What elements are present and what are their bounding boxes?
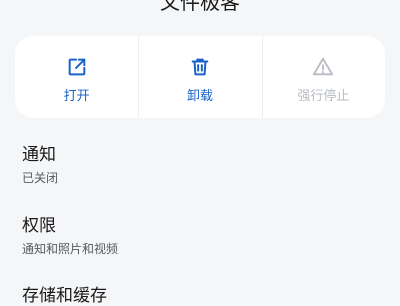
settings-item-notifications[interactable]: 通知 已关闭 <box>22 145 378 185</box>
trash-icon <box>191 58 209 76</box>
settings-item-subtitle: 通知和照片和视频 <box>22 242 119 256</box>
open-label: 打开 <box>63 89 90 104</box>
settings-item-title: 存储和缓存 <box>22 286 107 306</box>
action-bar: 打开 卸载 强行停止 <box>15 36 385 118</box>
force-stop-label: 强行停止 <box>297 89 350 104</box>
open-external-icon <box>68 58 85 76</box>
force-stop-button[interactable]: 强行停止 <box>261 36 385 118</box>
settings-item-permissions[interactable]: 权限 通知和照片和视频 <box>22 216 378 256</box>
settings-item-storage[interactable]: 存储和缓存 <box>22 286 378 306</box>
warning-triangle-icon <box>313 57 334 76</box>
open-button[interactable]: 打开 <box>15 36 138 118</box>
settings-item-subtitle: 已关闭 <box>22 171 59 185</box>
settings-item-title: 通知 <box>22 145 56 165</box>
uninstall-label: 卸载 <box>186 89 213 104</box>
uninstall-button[interactable]: 卸载 <box>138 36 261 118</box>
settings-item-title: 权限 <box>22 216 56 236</box>
page-title: 文件极客 <box>160 0 240 14</box>
